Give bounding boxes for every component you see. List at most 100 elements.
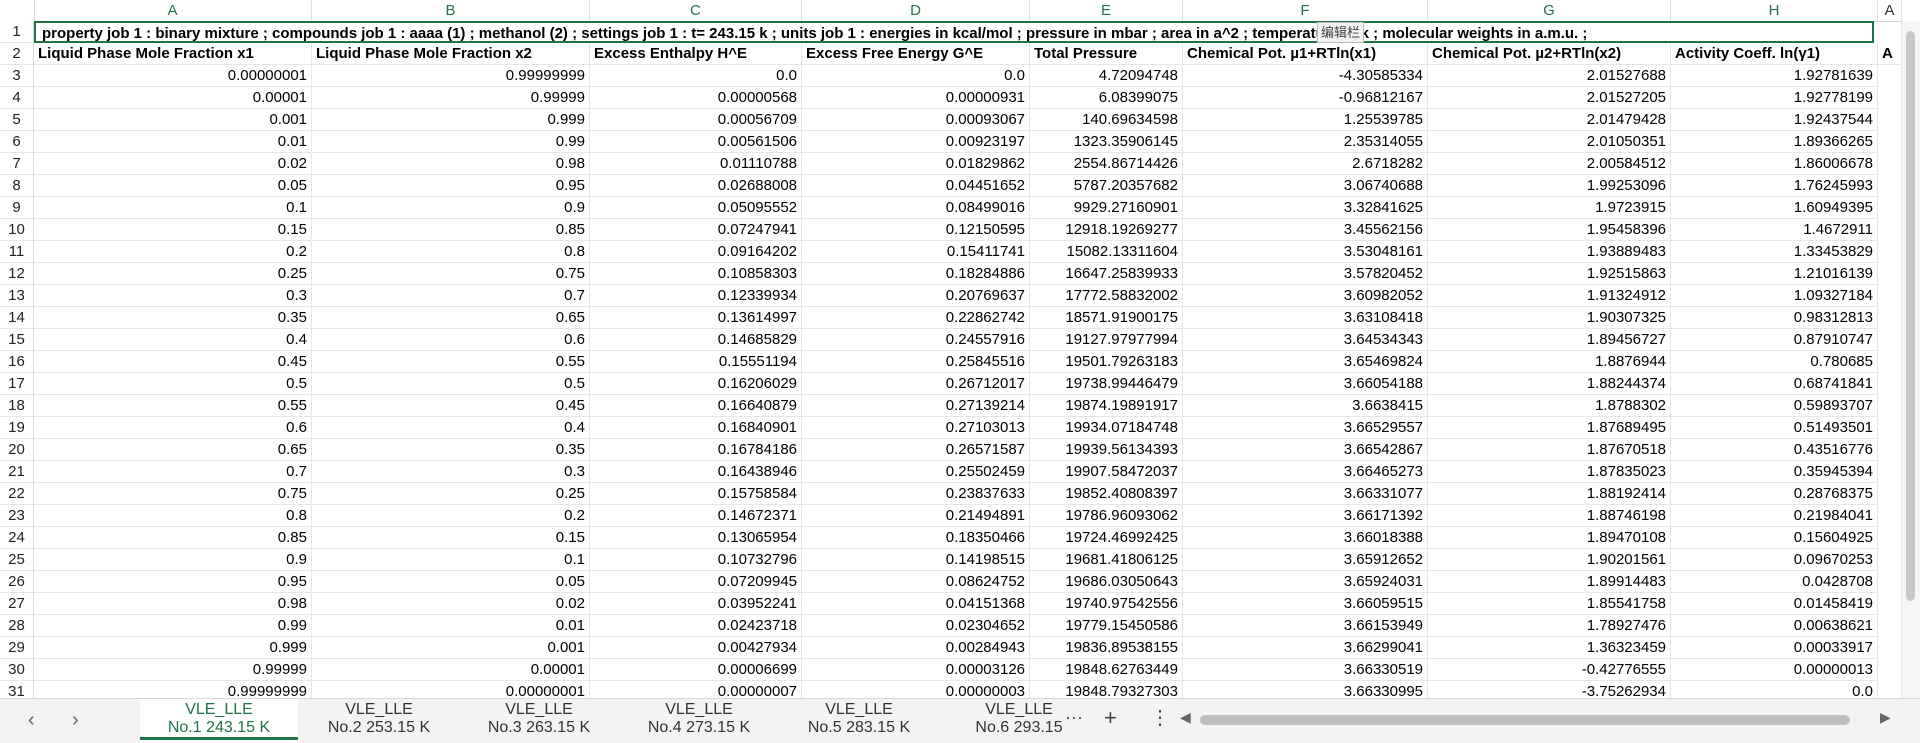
table-cell[interactable]: 0.999 <box>312 109 590 131</box>
table-cell[interactable]: 0.35 <box>34 307 312 329</box>
table-cell[interactable]: 0.98 <box>312 153 590 175</box>
header-cell[interactable]: Total Pressure <box>1030 43 1183 65</box>
table-cell[interactable]: 1.91324912 <box>1428 285 1671 307</box>
table-cell[interactable]: 1.92781639 <box>1671 65 1878 87</box>
table-cell[interactable]: 0.10732796 <box>590 549 802 571</box>
table-cell[interactable]: 0.75 <box>34 483 312 505</box>
table-cell[interactable]: -3.75262934 <box>1428 681 1671 698</box>
table-cell[interactable]: 1.88244374 <box>1428 373 1671 395</box>
table-cell[interactable]: 1.92778199 <box>1671 87 1878 109</box>
column-header-e[interactable]: E <box>1030 0 1183 21</box>
table-cell[interactable]: 0.6 <box>34 417 312 439</box>
table-cell[interactable]: 0.25 <box>34 263 312 285</box>
row-header[interactable]: 27 <box>0 593 34 615</box>
table-cell[interactable]: 19934.07184748 <box>1030 417 1183 439</box>
table-cell[interactable]: 0.59893707 <box>1671 395 1878 417</box>
row-header[interactable]: 26 <box>0 571 34 593</box>
chevron-right-icon[interactable]: › <box>72 709 79 732</box>
table-cell[interactable]: 19724.46992425 <box>1030 527 1183 549</box>
table-cell[interactable]: 16647.25839933 <box>1030 263 1183 285</box>
table-cell[interactable]: 0.24557916 <box>802 329 1030 351</box>
table-cell[interactable]: 1.8788302 <box>1428 395 1671 417</box>
table-cell[interactable]: 0.0 <box>802 65 1030 87</box>
sheet-tab[interactable]: VLE_LLE No.3 263.15 K <box>460 699 618 743</box>
table-cell[interactable]: 3.32841625 <box>1183 197 1428 219</box>
table-cell[interactable]: 19852.40808397 <box>1030 483 1183 505</box>
column-header-c[interactable]: C <box>590 0 802 21</box>
table-cell[interactable]: 0.12150595 <box>802 219 1030 241</box>
table-cell[interactable]: 1.60949395 <box>1671 197 1878 219</box>
table-cell[interactable]: 2554.86714426 <box>1030 153 1183 175</box>
table-cell[interactable]: 0.95 <box>34 571 312 593</box>
table-cell[interactable]: 0.001 <box>34 109 312 131</box>
sheet-tab[interactable]: VLE_LLE No.1 243.15 K <box>140 699 298 743</box>
table-cell[interactable]: 0.00000568 <box>590 87 802 109</box>
table-cell[interactable]: 17772.58832002 <box>1030 285 1183 307</box>
table-cell[interactable]: 6.08399075 <box>1030 87 1183 109</box>
row-header[interactable]: 11 <box>0 241 34 263</box>
table-cell[interactable]: 0.95 <box>312 175 590 197</box>
table-cell[interactable]: 12918.19269277 <box>1030 219 1183 241</box>
table-cell[interactable]: 0.05 <box>34 175 312 197</box>
table-cell[interactable]: 3.06740688 <box>1183 175 1428 197</box>
table-cell[interactable]: 1.89456727 <box>1428 329 1671 351</box>
plus-icon[interactable]: + <box>1104 705 1117 731</box>
row-header[interactable]: 21 <box>0 461 34 483</box>
table-cell[interactable]: 5787.20357682 <box>1030 175 1183 197</box>
scroll-right-arrow-icon[interactable]: ▶ <box>1880 709 1891 726</box>
table-cell[interactable]: 1323.35906145 <box>1030 131 1183 153</box>
header-cell[interactable]: Excess Enthalpy H^E <box>590 43 802 65</box>
table-cell[interactable]: 0.2 <box>34 241 312 263</box>
table-cell[interactable]: 19907.58472037 <box>1030 461 1183 483</box>
table-cell[interactable]: 2.01050351 <box>1428 131 1671 153</box>
table-cell[interactable]: 0.45 <box>312 395 590 417</box>
table-cell[interactable]: 0.0 <box>1671 681 1878 698</box>
table-cell[interactable]: 0.00003126 <box>802 659 1030 681</box>
table-cell[interactable]: 0.45 <box>34 351 312 373</box>
table-cell[interactable]: 0.99 <box>312 131 590 153</box>
table-cell[interactable]: 0.55 <box>312 351 590 373</box>
table-cell[interactable]: 19786.96093062 <box>1030 505 1183 527</box>
table-cell[interactable]: 0.01829862 <box>802 153 1030 175</box>
table-cell[interactable]: 0.15411741 <box>802 241 1030 263</box>
table-cell[interactable]: 0.13614997 <box>590 307 802 329</box>
table-cell[interactable]: 0.10858303 <box>590 263 802 285</box>
table-cell[interactable]: 19874.19891917 <box>1030 395 1183 417</box>
row-header[interactable]: 28 <box>0 615 34 637</box>
row-header[interactable]: 14 <box>0 307 34 329</box>
table-cell[interactable]: 2.01479428 <box>1428 109 1671 131</box>
table-cell[interactable]: 0.01 <box>312 615 590 637</box>
table-cell[interactable]: 0.99999 <box>312 87 590 109</box>
table-cell[interactable]: 1.89470108 <box>1428 527 1671 549</box>
table-cell[interactable]: 1.36323459 <box>1428 637 1671 659</box>
table-cell[interactable]: 19836.89538155 <box>1030 637 1183 659</box>
table-cell[interactable]: 0.00284943 <box>802 637 1030 659</box>
more-horizontal-icon[interactable]: ··· <box>1065 707 1083 728</box>
table-cell[interactable]: 140.69634598 <box>1030 109 1183 131</box>
table-cell[interactable]: 0.02688008 <box>590 175 802 197</box>
table-cell[interactable]: 0.4 <box>312 417 590 439</box>
table-cell[interactable]: 0.12339934 <box>590 285 802 307</box>
column-header-a[interactable]: A <box>1878 0 1902 21</box>
table-cell[interactable]: 0.98312813 <box>1671 307 1878 329</box>
vertical-dots-icon[interactable]: ⋮ <box>1150 705 1170 730</box>
table-cell[interactable]: 19681.41806125 <box>1030 549 1183 571</box>
table-cell[interactable]: 0.22862742 <box>802 307 1030 329</box>
table-cell[interactable]: 0.98 <box>34 593 312 615</box>
table-cell[interactable]: 0.16640879 <box>590 395 802 417</box>
table-cell[interactable]: 2.00584512 <box>1428 153 1671 175</box>
row-header[interactable]: 31 <box>0 681 34 698</box>
table-cell[interactable]: 3.66542867 <box>1183 439 1428 461</box>
table-cell[interactable]: 0.25 <box>312 483 590 505</box>
table-cell[interactable]: 0.14198515 <box>802 549 1030 571</box>
table-cell[interactable]: 2.01527205 <box>1428 87 1671 109</box>
table-cell[interactable]: 3.57820452 <box>1183 263 1428 285</box>
table-cell[interactable]: 3.45562156 <box>1183 219 1428 241</box>
table-cell[interactable]: 0.27103013 <box>802 417 1030 439</box>
row-header[interactable]: 18 <box>0 395 34 417</box>
table-cell[interactable]: 1.90307325 <box>1428 307 1671 329</box>
table-cell[interactable]: 0.9 <box>34 549 312 571</box>
table-cell[interactable]: 0.65 <box>312 307 590 329</box>
table-cell[interactable]: 0.23837633 <box>802 483 1030 505</box>
table-cell[interactable]: 0.18284886 <box>802 263 1030 285</box>
